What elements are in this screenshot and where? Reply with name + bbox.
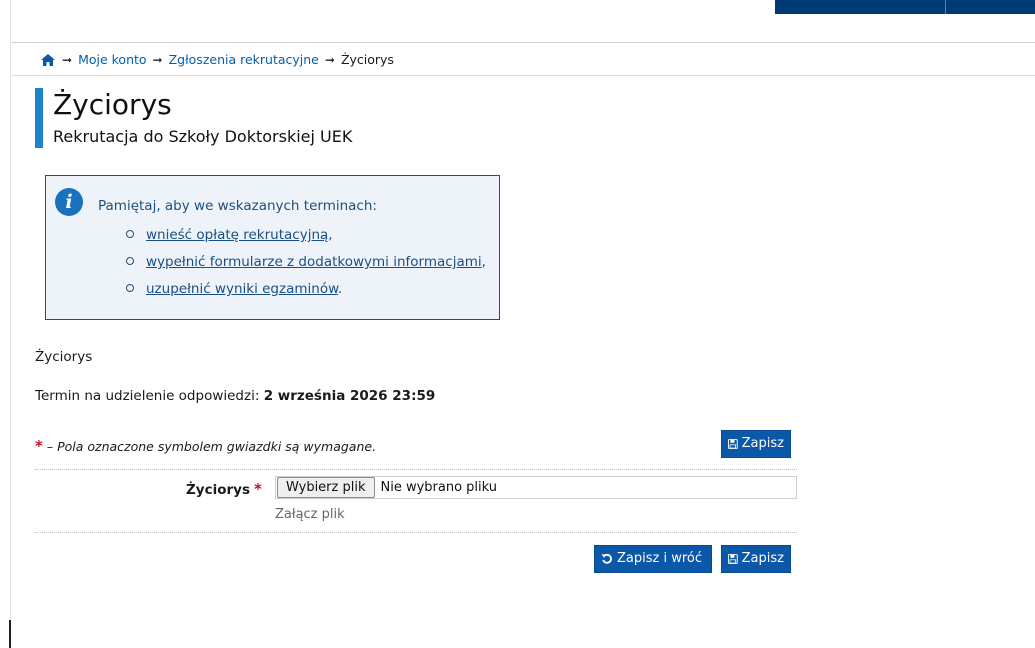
breadcrumb-arrow: ➞ [324,52,335,67]
attach-file-help: Załącz plik [275,507,345,522]
page-subtitle: Rekrutacja do Szkoły Doktorskiej UEK [53,127,353,146]
left-border [10,0,11,648]
bullet-icon [126,257,134,265]
info-list: wnieść opłatę rekrutacyjną, wypełnić for… [126,222,486,303]
choose-file-button[interactable]: Wybierz plik [277,477,375,498]
deadline-label: Termin na udzielenie odpowiedzi: [35,388,260,404]
list-item-suffix: , [328,227,333,243]
home-icon[interactable] [40,53,56,67]
save-button-top[interactable]: Zapisz [721,430,791,458]
info-box: i Pamiętaj, aby we wskazanych terminach:… [45,175,500,320]
info-lead-text: Pamiętaj, aby we wskazanych terminach: [98,198,377,214]
topnav-separator [945,0,946,14]
deadline-text: Termin na udzielenie odpowiedzi: 2 wrześ… [35,388,435,404]
list-item: uzupełnić wyniki egzaminów. [126,276,486,303]
bullet-icon [126,284,134,292]
top-navigation-bar [775,0,1035,14]
list-item: wypełnić formularze z dodatkowymi inform… [126,249,486,276]
cv-label-text: Życiorys [186,482,250,498]
breadcrumb-arrow: ➞ [62,52,73,67]
header-divider [12,42,1035,43]
required-star: * [254,480,262,498]
undo-icon [601,553,612,564]
fill-forms-link[interactable]: wypełnić formularze z dodatkowymi inform… [146,254,482,270]
info-icon: i [55,188,83,216]
save-and-return-button[interactable]: Zapisz i wróć [594,545,712,573]
save-label: Zapisz [741,551,784,566]
bullet-icon [126,230,134,238]
breadcrumb-my-account[interactable]: Moje konto [78,52,146,67]
form-divider [35,532,797,533]
breadcrumb-arrow: ➞ [152,52,163,67]
list-item-suffix: . [337,281,343,297]
breadcrumb-applications[interactable]: Zgłoszenia rekrutacyjne [169,52,319,67]
required-note: * – Pola oznaczone symbolem gwiazdki są … [35,437,376,455]
list-item-suffix: , [481,254,486,270]
save-button-bottom[interactable]: Zapisz [721,545,791,573]
breadcrumb: ➞ Moje konto ➞ Zgłoszenia rekrutacyjne ➞… [40,52,394,67]
deadline-value: 2 września 2026 23:59 [263,388,436,404]
floppy-disk-icon [728,554,738,564]
cv-field-label: Życiorys * [186,480,262,498]
list-item: wnieść opłatę rekrutacyjną, [126,222,486,249]
floppy-disk-icon [728,439,738,449]
pay-fee-link[interactable]: wnieść opłatę rekrutacyjną [146,227,328,243]
file-status: Nie wybrano pliku [380,480,498,495]
breadcrumb-current: Życiorys [340,52,394,67]
cv-file-input[interactable]: Wybierz plik Nie wybrano pliku [275,476,797,499]
title-accent-bar [35,88,43,148]
breadcrumb-divider [12,75,1035,76]
cursor-mark [9,620,11,648]
required-star: * [35,437,43,455]
section-label: Życiorys [35,349,93,365]
page-title: Życiorys [53,88,172,121]
form-divider [35,469,797,470]
save-and-return-label: Zapisz i wróć [617,551,703,566]
required-note-text: – Pola oznaczone symbolem gwiazdki są wy… [46,439,377,454]
save-label: Zapisz [741,436,784,451]
exam-results-link[interactable]: uzupełnić wyniki egzaminów [146,281,338,297]
